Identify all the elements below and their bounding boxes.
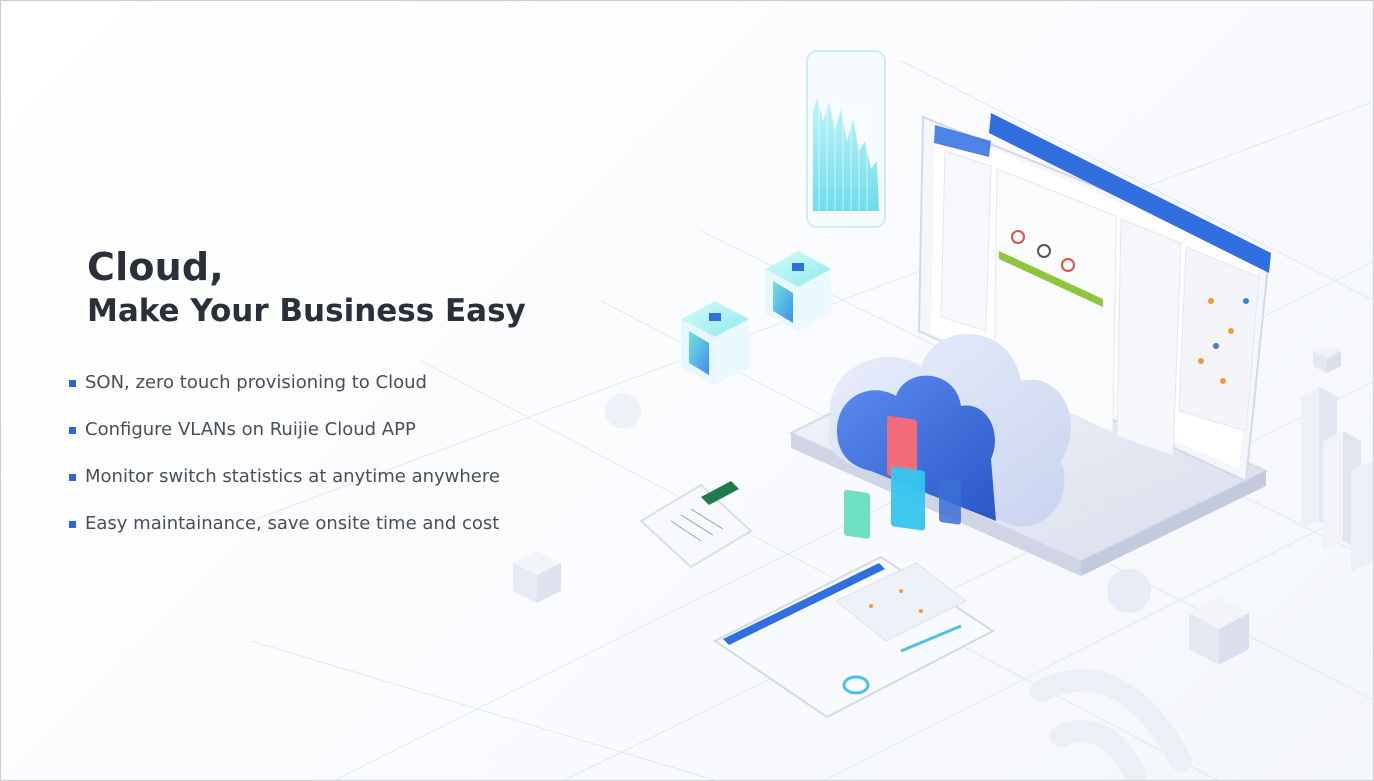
bullet-square-icon <box>69 380 76 387</box>
server-cube-icon <box>681 301 749 385</box>
list-item: Easy maintainance, save onsite time and … <box>69 510 500 557</box>
list-item-text: Monitor switch statistics at anytime any… <box>85 466 500 487</box>
small-cube-decor <box>513 551 561 603</box>
feature-list: SON, zero touch provisioning to Cloud Co… <box>69 369 500 557</box>
bullet-square-icon <box>69 474 76 481</box>
bullet-square-icon <box>69 521 76 528</box>
tablet-icon <box>713 555 995 719</box>
slide: Cloud, Make Your Business Easy SON, zero… <box>0 0 1374 781</box>
list-item: Monitor switch statistics at anytime any… <box>69 463 500 510</box>
title-block: Cloud, Make Your Business Easy <box>87 245 607 331</box>
bullet-square-icon <box>69 427 76 434</box>
server-cube-icon <box>765 251 831 331</box>
phone-icon <box>639 481 753 569</box>
list-item-text: Easy maintainance, save onsite time and … <box>85 513 500 534</box>
wifi-icon <box>1030 669 1192 780</box>
page-subtitle: Make Your Business Easy <box>87 293 526 329</box>
bar-columns-decor <box>1301 387 1373 571</box>
chart-panel-icon <box>806 50 886 228</box>
sphere-decor <box>1107 569 1151 613</box>
list-item: SON, zero touch provisioning to Cloud <box>69 369 500 416</box>
list-item-text: SON, zero touch provisioning to Cloud <box>85 372 427 393</box>
page-title: Cloud, <box>87 245 224 289</box>
list-item: Configure VLANs on Ruijie Cloud APP <box>69 416 500 463</box>
sphere-decor <box>605 393 641 429</box>
small-cube-decor <box>1313 344 1341 373</box>
small-cube-decor <box>1189 597 1249 665</box>
list-item-text: Configure VLANs on Ruijie Cloud APP <box>85 419 416 440</box>
